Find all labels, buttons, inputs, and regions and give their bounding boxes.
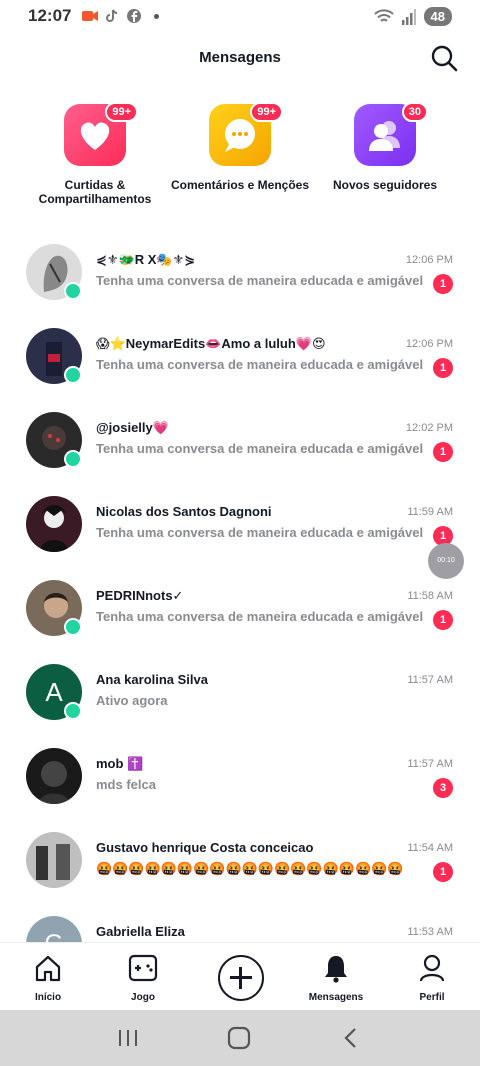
home-button-icon[interactable] [226, 1026, 252, 1050]
category-label: Curtidas & Compartilhamentos [38, 178, 152, 206]
category-badge: 30 [401, 102, 428, 122]
unread-badge: 1 [433, 274, 453, 294]
contact-name: Nicolas dos Santos Dagnoni [96, 504, 272, 519]
online-indicator [64, 618, 82, 636]
online-indicator [64, 450, 82, 468]
message-time: 11:53 AM [407, 926, 453, 938]
online-indicator [64, 282, 82, 300]
heart-icon: 99+ [64, 102, 138, 166]
notification-icons [82, 9, 159, 23]
category-followers[interactable]: 30 Novos seguidores [305, 102, 465, 192]
tab-label: Perfil [419, 992, 445, 1003]
avatar [26, 748, 82, 804]
tab-profile[interactable]: Perfil [392, 953, 472, 1003]
signal-icon [401, 8, 416, 25]
game-icon [128, 954, 158, 982]
back-icon[interactable] [338, 1026, 364, 1050]
tiktok-icon [106, 9, 118, 22]
conversation-row[interactable]: Gustavo henrique Costa conceicao 🤬🤬🤬🤬🤬🤬🤬… [0, 818, 480, 902]
unread-badge: 1 [433, 358, 453, 378]
contact-name: @josielly💗 [96, 420, 169, 435]
comment-icon: 99+ [209, 102, 283, 166]
tab-home[interactable]: Início [8, 953, 88, 1003]
video-record-icon [82, 11, 98, 21]
contact-name: Ana karolina Silva [96, 672, 208, 687]
category-badge: 99+ [250, 102, 283, 122]
followers-icon: 30 [354, 102, 428, 166]
conversation-row[interactable]: @josielly💗 Tenha uma conversa de maneira… [0, 398, 480, 482]
unread-badge: 1 [433, 862, 453, 882]
page-title: Mensagens [199, 49, 281, 66]
category-comments[interactable]: 99+ Comentários e Menções [160, 102, 320, 192]
search-icon[interactable] [430, 44, 458, 72]
recent-apps-icon[interactable] [115, 1026, 141, 1050]
conversation-row[interactable]: ⋞⚜🐲R X🎭⚜⋟ Tenha uma conversa de maneira … [0, 230, 480, 314]
contact-name: ⋞⚜🐲R X🎭⚜⋟ [96, 252, 196, 267]
conversation-row[interactable]: Nicolas dos Santos Dagnoni Tenha uma con… [0, 482, 480, 566]
online-indicator [64, 366, 82, 384]
facebook-icon [127, 9, 141, 23]
conversation-row[interactable]: 😱⭐NeymarEdits👄Amo a luluh💗😍 Tenha uma co… [0, 314, 480, 398]
category-badge: 99+ [105, 102, 138, 122]
category-likes[interactable]: 99+ Curtidas & Compartilhamentos [15, 102, 175, 206]
message-preview: 🤬🤬🤬🤬🤬🤬🤬🤬🤬🤬🤬🤬🤬🤬🤬🤬🤬🤬🤬 [96, 861, 404, 876]
avatar [26, 832, 82, 888]
bottom-nav: Início Jogo Mensagens Perfil [0, 942, 480, 1011]
more-notifications-dot [154, 13, 159, 19]
unread-badge: 1 [433, 442, 453, 462]
tab-label: Início [34, 992, 62, 1003]
status-bar: 12:07 48 [0, 0, 480, 34]
create-button[interactable] [218, 955, 264, 1001]
contact-name: PEDRINnots✓ [96, 588, 184, 603]
contact-name: Gustavo henrique Costa conceicao [96, 840, 314, 855]
message-preview: Tenha uma conversa de maneira educada e … [96, 357, 424, 372]
contact-name: Gabriella Eliza [96, 924, 185, 939]
activity-categories: 99+ Curtidas & Compartilhamentos 99+ Com… [0, 102, 480, 224]
unread-badge: 3 [433, 778, 453, 798]
profile-icon [419, 954, 445, 982]
wifi-icon [373, 8, 394, 22]
message-time: 11:54 AM [407, 842, 453, 854]
home-icon [35, 955, 61, 982]
message-time: 11:59 AM [407, 506, 453, 518]
tab-label: Mensagens [308, 992, 364, 1003]
conversation-row[interactable]: A Ana karolina Silva Ativo agora 11:57 A… [0, 650, 480, 734]
status-time: 12:07 [28, 6, 72, 25]
floating-timer-bubble[interactable]: 00:10 [428, 543, 464, 579]
message-preview: Tenha uma conversa de maneira educada e … [96, 441, 424, 456]
contact-name: mob ✝️ [96, 756, 144, 771]
battery-indicator: 48 [423, 7, 452, 26]
message-list: ⋞⚜🐲R X🎭⚜⋟ Tenha uma conversa de maneira … [0, 230, 480, 942]
message-preview: Tenha uma conversa de maneira educada e … [96, 273, 424, 288]
message-time: 11:58 AM [407, 590, 453, 602]
tab-messages[interactable]: Mensagens [296, 953, 376, 1003]
avatar [26, 496, 82, 552]
contact-name: 😱⭐NeymarEdits👄Amo a luluh💗😍 [96, 336, 326, 351]
category-label: Comentários e Menções [170, 178, 310, 192]
message-time: 12:06 PM [405, 338, 453, 350]
bell-icon [325, 956, 347, 983]
tab-label: Jogo [131, 992, 155, 1003]
online-indicator [64, 702, 82, 720]
conversation-row[interactable]: PEDRINnots✓ Tenha uma conversa de maneir… [0, 566, 480, 650]
conversation-row[interactable]: mob ✝️ mds felca 11:57 AM 3 [0, 734, 480, 818]
category-label: Novos seguidores [332, 178, 438, 192]
message-preview: Tenha uma conversa de maneira educada e … [96, 525, 424, 540]
message-time: 11:57 AM [407, 674, 453, 686]
tab-game[interactable]: Jogo [103, 953, 183, 1003]
conversation-row[interactable]: G Gabriella Eliza 11:53 AM [0, 902, 480, 942]
avatar: G [26, 916, 82, 942]
message-preview: mds felca [96, 777, 156, 792]
message-preview: Tenha uma conversa de maneira educada e … [96, 609, 424, 624]
message-time: 12:06 PM [405, 254, 453, 266]
message-time: 12:02 PM [405, 422, 453, 434]
system-nav-bar [0, 1010, 480, 1066]
header: Mensagens [0, 40, 480, 78]
message-preview: Ativo agora [96, 693, 168, 708]
message-time: 11:57 AM [407, 758, 453, 770]
unread-badge: 1 [433, 610, 453, 630]
